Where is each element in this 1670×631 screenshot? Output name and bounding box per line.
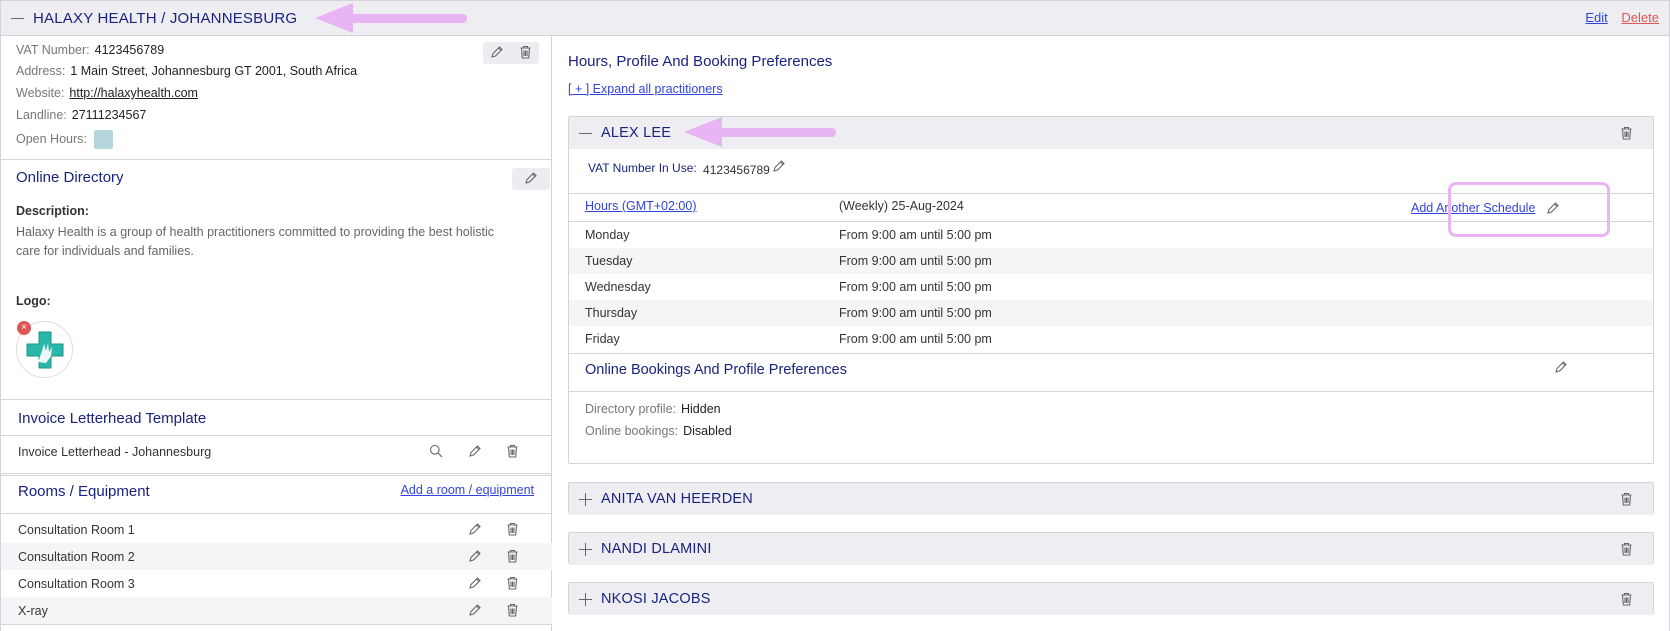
website-link[interactable]: http://halaxyhealth.com <box>69 86 198 100</box>
trash-icon[interactable] <box>1620 492 1633 506</box>
trash-icon[interactable] <box>1620 592 1633 606</box>
left-panel: VAT Number: 4123456789 Address: 1 Main Str… <box>0 36 552 631</box>
pencil-icon[interactable] <box>468 576 482 590</box>
practitioner-name: ANITA VAN HEERDEN <box>601 491 753 507</box>
pencil-icon[interactable] <box>468 522 482 536</box>
divider <box>569 353 1653 354</box>
hours-row: Wednesday From 9:00 am until 5:00 pm <box>585 280 992 294</box>
divider <box>1 159 552 160</box>
hours-row: Tuesday From 9:00 am until 5:00 pm <box>569 248 1653 274</box>
practitioner-name: ALEX LEE <box>601 125 672 141</box>
trash-icon[interactable] <box>506 576 519 590</box>
vat-in-use-row: VAT Number In Use: 4123456789 <box>588 161 770 177</box>
edit-directory-button[interactable] <box>512 168 550 190</box>
description-line2: care for individuals and families. <box>16 244 194 258</box>
pencil-icon[interactable] <box>1554 360 1568 374</box>
trash-icon[interactable] <box>506 522 519 536</box>
expand-icon[interactable] <box>579 492 592 506</box>
description-line1: Halaxy Health is a group of health pract… <box>16 225 495 239</box>
open-hours-swatch[interactable] <box>93 130 113 149</box>
trash-icon[interactable] <box>1620 126 1633 140</box>
practitioner-header: NANDI DLAMINI <box>569 533 1653 565</box>
divider <box>1 473 552 474</box>
edit-link[interactable]: Edit <box>1585 10 1607 25</box>
description-label: Description: <box>16 204 89 218</box>
pencil-icon[interactable] <box>468 444 482 458</box>
landline-row: Landline: 27111234567 <box>16 108 147 122</box>
hours-link[interactable]: Hours (GMT+02:00) <box>585 199 697 213</box>
vat-row: VAT Number: 4123456789 <box>16 43 165 57</box>
delete-link[interactable]: Delete <box>1621 10 1659 25</box>
clinic-header: HALAXY HEALTH / JOHANNESBURG Edit Delete <box>0 0 1670 36</box>
practitioner-card-collapsed[interactable]: NKOSI JACOBS <box>568 582 1654 615</box>
open-hours-row: Open Hours: <box>16 130 113 149</box>
expand-icon[interactable] <box>579 542 592 556</box>
divider <box>1 435 552 436</box>
clinic-actions <box>483 42 539 64</box>
pencil-icon[interactable] <box>468 603 482 617</box>
expand-icon[interactable] <box>579 592 592 606</box>
directory-profile-row: Directory profile: Hidden <box>585 402 721 416</box>
add-room-link[interactable]: Add a room / equipment <box>401 483 534 497</box>
trash-icon[interactable] <box>506 444 519 458</box>
practitioner-header: NKOSI JACOBS <box>569 583 1653 615</box>
pencil-icon <box>524 171 538 188</box>
online-directory-title: Online Directory <box>16 169 124 186</box>
clinic-title: HALAXY HEALTH / JOHANNESBURG <box>33 9 298 27</box>
divider <box>1 513 552 514</box>
divider <box>1 399 552 400</box>
highlight-box <box>1448 182 1610 237</box>
online-bookings-row: Online bookings: Disabled <box>585 424 732 438</box>
room-row: Consultation Room 2 <box>1 543 552 570</box>
room-row: Consultation Room 1 <box>1 516 552 543</box>
trash-icon[interactable] <box>1620 542 1633 556</box>
pencil-icon[interactable] <box>772 159 786 173</box>
preferences-title: Hours, Profile And Booking Preferences <box>568 53 833 70</box>
practitioner-card-collapsed[interactable]: ANITA VAN HEERDEN <box>568 482 1654 515</box>
divider <box>1 475 552 476</box>
expand-all-link[interactable]: [ + ] Expand all practitioners <box>568 82 723 96</box>
website-row: Website: http://halaxyhealth.com <box>16 86 198 100</box>
trash-icon[interactable] <box>506 549 519 563</box>
address-row: Address: 1 Main Street, Johannesburg GT 2… <box>16 64 358 78</box>
logo-label: Logo: <box>16 294 51 308</box>
pencil-icon[interactable] <box>468 549 482 563</box>
collapse-icon[interactable] <box>11 17 24 19</box>
practitioner-header: ANITA VAN HEERDEN <box>569 483 1653 515</box>
annotation-arrow <box>684 117 836 147</box>
annotation-arrow <box>315 3 467 33</box>
pencil-icon[interactable] <box>490 45 504 62</box>
hours-row: Friday From 9:00 am until 5:00 pm <box>585 332 992 346</box>
search-icon[interactable] <box>429 444 443 458</box>
bookings-title: Online Bookings And Profile Preferences <box>585 362 847 378</box>
health-cross-logo <box>26 331 63 368</box>
trash-icon[interactable] <box>506 603 519 617</box>
trash-icon[interactable] <box>519 45 532 62</box>
practitioner-name: NKOSI JACOBS <box>601 591 711 607</box>
collapse-icon[interactable] <box>579 132 592 134</box>
rooms-title: Rooms / Equipment <box>18 483 150 500</box>
divider <box>1 624 552 625</box>
room-row: Consultation Room 3 <box>1 570 552 597</box>
schedule-label: (Weekly) 25-Aug-2024 <box>839 199 964 213</box>
header-actions: Edit Delete <box>1575 10 1659 25</box>
remove-logo-icon[interactable]: × <box>17 321 31 335</box>
practitioner-name: NANDI DLAMINI <box>601 541 712 557</box>
practitioner-card-collapsed[interactable]: NANDI DLAMINI <box>568 532 1654 565</box>
invoice-letterhead-title: Invoice Letterhead Template <box>18 410 207 427</box>
divider <box>569 391 1653 392</box>
room-row: X-ray <box>1 597 552 624</box>
invoice-letterhead-row: Invoice Letterhead - Johannesburg <box>1 438 552 465</box>
practitioner-card: ALEX LEE VAT Number In Use: 4123456789 H… <box>568 116 1654 464</box>
hours-row: Thursday From 9:00 am until 5:00 pm <box>569 300 1653 326</box>
